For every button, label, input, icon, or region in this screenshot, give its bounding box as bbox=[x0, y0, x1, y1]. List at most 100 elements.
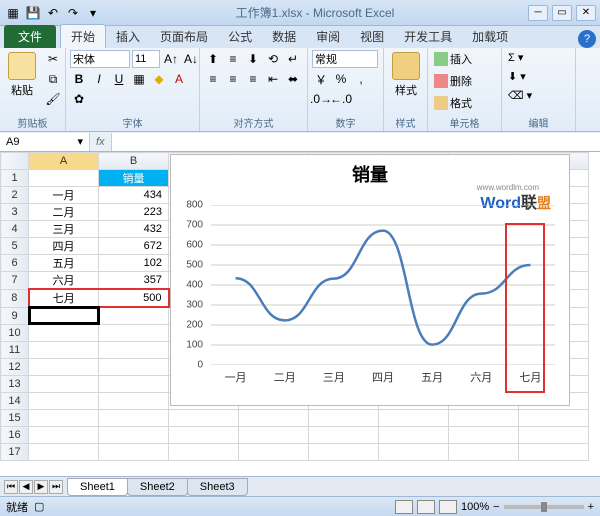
excel-icon[interactable]: ▦ bbox=[4, 4, 22, 22]
cell-B13[interactable] bbox=[99, 375, 169, 392]
cell-A14[interactable] bbox=[29, 392, 99, 409]
formula-bar[interactable] bbox=[111, 133, 600, 151]
cell-E17[interactable] bbox=[309, 443, 379, 460]
cell-B9[interactable] bbox=[99, 307, 169, 324]
namebox-dropdown-icon[interactable]: ▾ bbox=[77, 135, 83, 148]
copy-icon[interactable]: ⧉ bbox=[44, 70, 62, 88]
cell-A17[interactable] bbox=[29, 443, 99, 460]
inc-decimal-icon[interactable]: .0→ bbox=[312, 90, 330, 108]
row-header-5[interactable]: 5 bbox=[1, 238, 29, 255]
tab-first-icon[interactable]: ⏮ bbox=[4, 480, 18, 494]
fill-color-icon[interactable]: ◆ bbox=[150, 70, 168, 88]
cell-B3[interactable]: 223 bbox=[99, 204, 169, 221]
cell-B4[interactable]: 432 bbox=[99, 221, 169, 238]
cell-B17[interactable] bbox=[99, 443, 169, 460]
row-header-6[interactable]: 6 bbox=[1, 255, 29, 272]
cell-A1[interactable] bbox=[29, 170, 99, 187]
save-icon[interactable]: 💾 bbox=[24, 4, 42, 22]
cell-G15[interactable] bbox=[449, 409, 519, 426]
help-button[interactable]: ? bbox=[578, 30, 596, 48]
comma-icon[interactable]: , bbox=[352, 70, 370, 88]
cell-B1[interactable]: 销量 bbox=[99, 170, 169, 187]
align-left-icon[interactable]: ≡ bbox=[204, 70, 222, 88]
wrap-icon[interactable]: ↵ bbox=[284, 50, 302, 68]
italic-button[interactable]: I bbox=[90, 70, 108, 88]
merge-icon[interactable]: ⬌ bbox=[284, 70, 302, 88]
cell-H16[interactable] bbox=[519, 426, 589, 443]
tab-home[interactable]: 开始 bbox=[60, 24, 106, 48]
cell-F15[interactable] bbox=[379, 409, 449, 426]
row-header-4[interactable]: 4 bbox=[1, 221, 29, 238]
cell-B5[interactable]: 672 bbox=[99, 238, 169, 255]
cell-A11[interactable] bbox=[29, 341, 99, 358]
cell-A2[interactable]: 一月 bbox=[29, 187, 99, 204]
align-top-icon[interactable]: ⬆ bbox=[204, 50, 222, 68]
row-header-9[interactable]: 9 bbox=[1, 307, 29, 324]
tab-dev[interactable]: 开发工具 bbox=[394, 25, 462, 48]
cell-B6[interactable]: 102 bbox=[99, 255, 169, 272]
paste-button[interactable]: 粘贴 bbox=[4, 50, 40, 100]
close-button[interactable]: ✕ bbox=[576, 5, 596, 21]
number-format-combo[interactable] bbox=[312, 50, 378, 68]
align-bottom-icon[interactable]: ⬇ bbox=[244, 50, 262, 68]
indent-dec-icon[interactable]: ⇤ bbox=[264, 70, 282, 88]
row-header-7[interactable]: 7 bbox=[1, 272, 29, 290]
fx-icon[interactable]: fx bbox=[90, 136, 111, 148]
tab-formulas[interactable]: 公式 bbox=[218, 25, 262, 48]
cell-A13[interactable] bbox=[29, 375, 99, 392]
cell-B11[interactable] bbox=[99, 341, 169, 358]
cell-E16[interactable] bbox=[309, 426, 379, 443]
maximize-button[interactable]: ▭ bbox=[552, 5, 572, 21]
cell-D17[interactable] bbox=[239, 443, 309, 460]
cell-B16[interactable] bbox=[99, 426, 169, 443]
border-icon[interactable]: ▦ bbox=[130, 70, 148, 88]
clear-button[interactable]: ⌫ ▾ bbox=[506, 88, 534, 103]
row-header-15[interactable]: 15 bbox=[1, 409, 29, 426]
cell-A12[interactable] bbox=[29, 358, 99, 375]
tab-next-icon[interactable]: ▶ bbox=[34, 480, 48, 494]
col-header-A[interactable]: A bbox=[29, 153, 99, 170]
tab-review[interactable]: 审阅 bbox=[306, 25, 350, 48]
tab-layout[interactable]: 页面布局 bbox=[150, 25, 218, 48]
cell-B7[interactable]: 357 bbox=[99, 272, 169, 290]
cell-H17[interactable] bbox=[519, 443, 589, 460]
cell-A8[interactable]: 七月 bbox=[29, 289, 99, 307]
bold-button[interactable]: B bbox=[70, 70, 88, 88]
cell-B12[interactable] bbox=[99, 358, 169, 375]
sheet-tab-Sheet2[interactable]: Sheet2 bbox=[127, 478, 188, 496]
cell-F17[interactable] bbox=[379, 443, 449, 460]
styles-button[interactable]: 样式 bbox=[388, 50, 424, 100]
font-color-icon[interactable]: A bbox=[170, 70, 188, 88]
row-header-17[interactable]: 17 bbox=[1, 443, 29, 460]
grow-font-icon[interactable]: A↑ bbox=[162, 50, 180, 68]
row-header-14[interactable]: 14 bbox=[1, 392, 29, 409]
autosum-button[interactable]: Σ ▾ bbox=[506, 50, 525, 65]
format-cells-button[interactable]: 格式 bbox=[432, 94, 474, 112]
cell-A9[interactable] bbox=[29, 307, 99, 324]
row-header-16[interactable]: 16 bbox=[1, 426, 29, 443]
cell-A16[interactable] bbox=[29, 426, 99, 443]
row-header-2[interactable]: 2 bbox=[1, 187, 29, 204]
cell-B14[interactable] bbox=[99, 392, 169, 409]
sheet-tab-Sheet1[interactable]: Sheet1 bbox=[67, 478, 128, 496]
cell-A15[interactable] bbox=[29, 409, 99, 426]
row-header-1[interactable]: 1 bbox=[1, 170, 29, 187]
cell-F16[interactable] bbox=[379, 426, 449, 443]
minimize-button[interactable]: ─ bbox=[528, 5, 548, 21]
qat-dropdown-icon[interactable]: ▾ bbox=[84, 4, 102, 22]
align-center-icon[interactable]: ≡ bbox=[224, 70, 242, 88]
select-all[interactable] bbox=[1, 153, 29, 170]
cell-A4[interactable]: 三月 bbox=[29, 221, 99, 238]
cell-C17[interactable] bbox=[169, 443, 239, 460]
cell-E15[interactable] bbox=[309, 409, 379, 426]
orientation-icon[interactable]: ⟲ bbox=[264, 50, 282, 68]
tab-insert[interactable]: 插入 bbox=[106, 25, 150, 48]
tab-last-icon[interactable]: ⏭ bbox=[49, 480, 63, 494]
cell-C16[interactable] bbox=[169, 426, 239, 443]
tab-view[interactable]: 视图 bbox=[350, 25, 394, 48]
chart[interactable]: 销量 www.wordlm.com Word联盟 010020030040050… bbox=[170, 154, 570, 406]
percent-icon[interactable]: % bbox=[332, 70, 350, 88]
sheet-tab-Sheet3[interactable]: Sheet3 bbox=[187, 478, 248, 496]
cell-A3[interactable]: 二月 bbox=[29, 204, 99, 221]
cell-D16[interactable] bbox=[239, 426, 309, 443]
